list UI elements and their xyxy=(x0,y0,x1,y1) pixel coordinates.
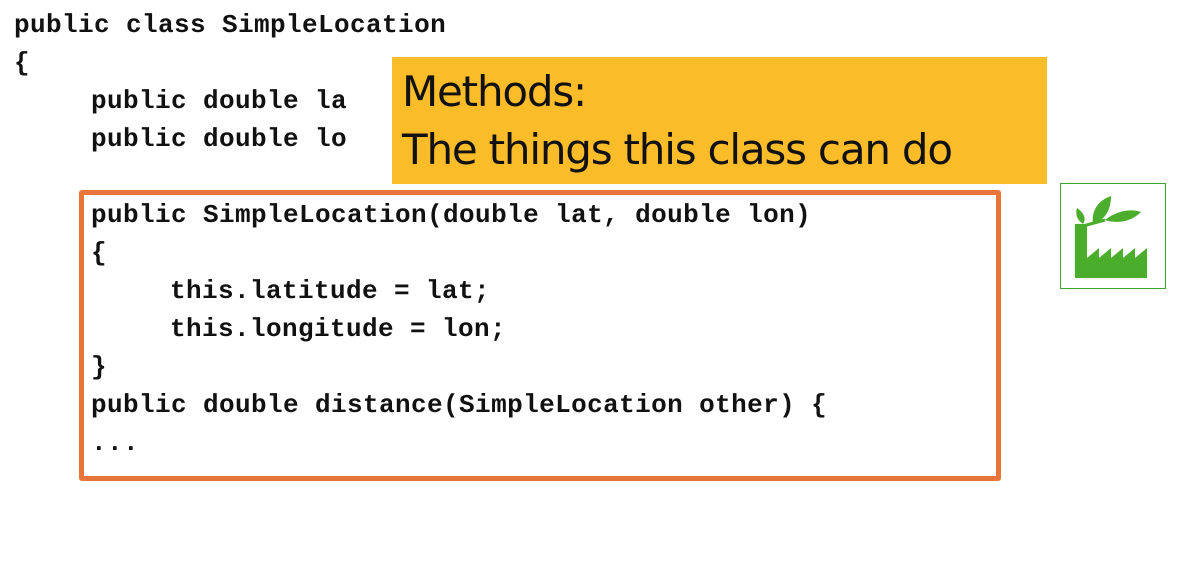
callout-description: The things this class can do xyxy=(402,125,953,174)
code-line-longitude-field: public double lo xyxy=(91,124,348,154)
code-line-open-brace: { xyxy=(14,48,31,78)
methods-highlight-box xyxy=(79,190,1001,481)
methods-callout: Methods: The things this class can do xyxy=(392,57,1047,184)
code-line-class-declaration: public class SimpleLocation xyxy=(14,10,447,40)
code-line-latitude-field: public double la xyxy=(91,86,348,116)
factory-leaf-icon xyxy=(1060,183,1166,289)
factory-leaf-icon-graphic xyxy=(1075,196,1147,278)
callout-title: Methods: xyxy=(402,67,587,116)
